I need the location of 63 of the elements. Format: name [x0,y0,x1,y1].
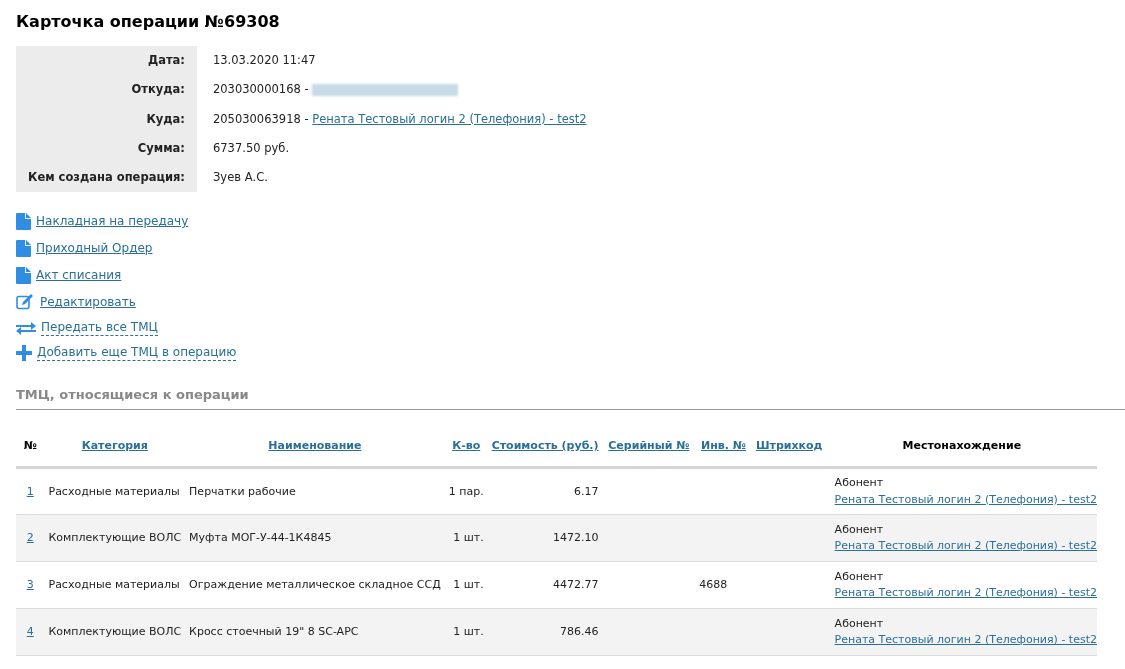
sort-header-link[interactable]: Серийный № [608,438,690,452]
location-type: Абонент [834,615,885,632]
sort-header-link[interactable]: Стоимость (руб.) [491,438,599,452]
document-icon [16,212,31,230]
table-cell: Перчатки рабочие [189,484,296,498]
location-link[interactable]: Рената Тестовый логин 2 (Телефония) - test2 [834,586,1097,600]
row-number-link[interactable]: 2 [26,531,34,544]
table-cell: Расходные материалы [48,484,180,498]
action-link[interactable]: Добавить еще ТМЦ в операцию [37,345,237,362]
sort-header-link[interactable]: Категория [81,438,148,452]
table-cell: 4688 [699,578,728,591]
field-label: Кем создана операция: [28,170,185,184]
sort-header-link[interactable]: Штрихкод [755,438,823,452]
sort-header-link[interactable]: Инв. № [701,438,747,452]
table-cell: 6.17 [574,484,599,498]
field-label: Куда: [146,111,185,126]
field-label: Дата: [147,53,185,67]
table-cell: 1 шт. [453,578,484,591]
field-label: Сумма: [137,140,185,155]
table-cell: 1 шт. [453,531,484,544]
action-link[interactable]: Накладная на передачу [36,212,189,231]
table-cell: Расходные материалы [48,578,180,591]
table-cell: 1 шт. [453,625,484,638]
location-type: Абонент [834,475,885,492]
field-value: Зуев А.С. [212,170,268,184]
action-link[interactable]: Акт списания [36,266,122,285]
location-link[interactable]: Рената Тестовый логин 2 (Телефония) - test2 [312,111,587,126]
table-cell: 1 пар. [448,484,484,498]
field-label: Откуда: [131,82,185,97]
column-header: № [23,438,37,452]
table-cell: Комплектующие ВОЛС [48,531,182,544]
column-header: Местонахождение [902,438,1022,452]
sort-header-link[interactable]: К-во [452,438,481,452]
location-link[interactable]: Рената Тестовый логин 2 (Телефония) - test2 [834,633,1097,647]
section-title: ТМЦ, относящиеся к операции [16,385,1125,410]
table-cell: 1472.10 [553,531,599,544]
row-number-link[interactable]: 3 [26,578,34,591]
action-link[interactable]: Редактировать [40,293,136,312]
row-number-link[interactable]: 4 [26,625,34,638]
location-type: Абонент [834,521,885,538]
field-value: 6737.50 руб. [212,140,290,155]
field-value: 205030063918 - [212,111,310,126]
action-link[interactable]: Приходный Ордер [36,239,153,258]
sort-header-link[interactable]: Наименование [268,438,362,452]
action-link[interactable]: Передать все ТМЦ [41,320,158,337]
row-number-link[interactable]: 1 [26,484,34,498]
table-cell: Кросс стоечный 19" 8 SC-APC [189,625,359,638]
field-value: 13.03.2020 11:47 [212,53,316,67]
table-cell: Ограждение металлическое складное ССД [189,578,441,591]
field-value: 203030000168 - [212,82,310,97]
table-cell: Муфта МОГ-У-44-1К4845 [189,531,332,544]
edit-icon [16,294,35,311]
location-type: Абонент [834,568,885,585]
transfer-arrows-icon [16,321,36,336]
document-icon [16,266,31,284]
location-link[interactable]: Рената Тестовый логин 2 (Телефония) - test2 [834,492,1097,506]
table-cell: 786.46 [560,625,599,638]
document-icon [16,239,31,257]
plus-icon [16,345,32,362]
location-link[interactable]: Рената Тестовый логин 2 (Телефония) - test2 [834,539,1097,553]
table-cell: 4472.77 [553,578,599,591]
table-cell: Комплектующие ВОЛС [48,625,182,638]
page-title: Карточка операции №69308 [16,11,281,33]
